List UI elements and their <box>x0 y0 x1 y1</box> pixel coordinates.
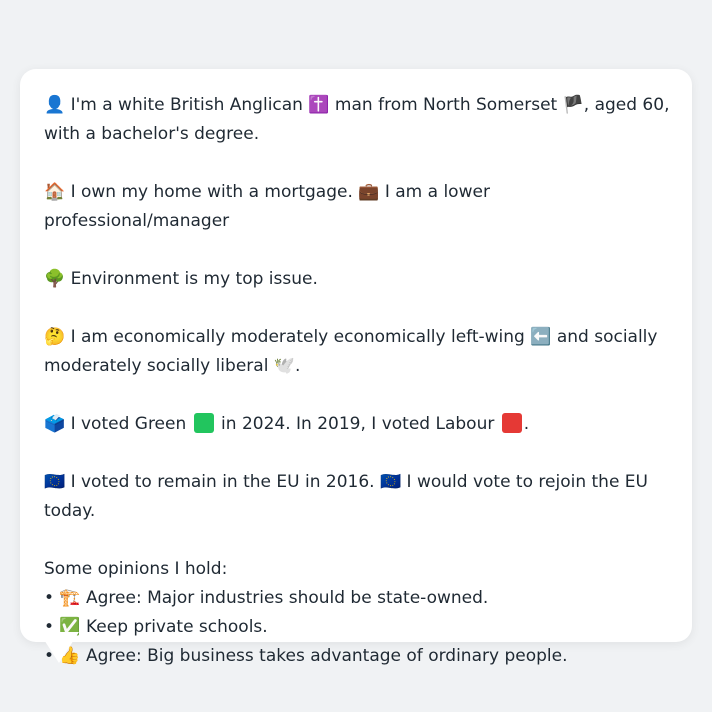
identity-pre-text: 👤 I'm a white British Anglican <box>44 95 309 115</box>
opinions-heading: Some opinions I hold: <box>44 559 228 579</box>
england-flag-icon: 🏴 <box>562 95 584 115</box>
vote-pre-text: 🗳️ I voted Green <box>44 414 192 434</box>
vote-line: 🗳️ I voted Green in 2024. In 2019, I vot… <box>44 410 672 439</box>
ideology-pre-text: 🤔 I am economically moderately economica… <box>44 327 531 347</box>
vote-mid-text: in 2024. In 2019, I voted Labour <box>215 414 500 434</box>
identity-mid-text: man from North Somerset <box>329 95 563 115</box>
opinion-item: • 👍 Agree: Big business takes advantage … <box>44 646 568 666</box>
issue-line: 🌳 Environment is my top issue. <box>44 269 318 289</box>
identity-line: 👤 I'm a white British Anglican ✝️ man fr… <box>44 91 672 149</box>
opinion-item: • ✅ Keep private schools. <box>44 617 268 637</box>
housing-line: 🏠 I own my home with a mortgage. 💼 I am … <box>44 182 490 231</box>
opinion-item: • 🏗️ Agree: Major industries should be s… <box>44 588 489 608</box>
dove-icon: 🕊️ <box>273 356 295 376</box>
vote-end-text: . <box>523 414 530 434</box>
cross-icon: ✝️ <box>308 95 330 115</box>
left-arrow-icon: ⬅️ <box>530 327 552 347</box>
eu-line: 🇪🇺 I voted to remain in the EU in 2016. … <box>44 472 648 521</box>
red-square-icon <box>501 413 522 433</box>
green-square-icon <box>193 413 214 433</box>
ideology-line: 🤔 I am economically moderately economica… <box>44 323 672 381</box>
ideology-end-text: . <box>295 356 301 376</box>
bubble-tail <box>39 632 79 663</box>
message-bubble: 👤 I'm a white British Anglican ✝️ man fr… <box>20 69 692 666</box>
